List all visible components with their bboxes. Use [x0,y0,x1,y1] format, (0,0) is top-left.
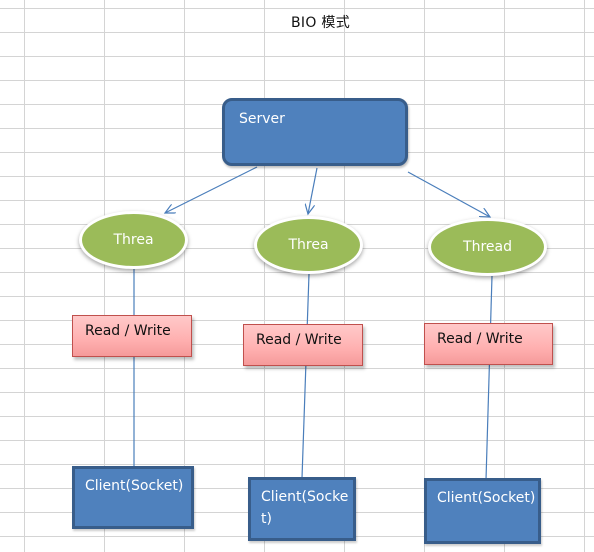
edge-thread-3-client-3 [485,275,493,481]
read-write-label: Read / Write [437,331,523,347]
thread-node-1[interactable]: Threa [79,211,188,269]
server-label: Server [239,111,285,127]
client-node-3[interactable]: Client(Socket) [424,478,541,544]
thread-node-3[interactable]: Thread [428,218,547,276]
edge-thread-2-client-2 [301,273,310,479]
edge-server-thread-1 [165,166,258,213]
client-node-2[interactable]: Client(Socket) [248,477,356,541]
read-write-label: Read / Write [256,332,342,348]
read-write-node-1[interactable]: Read / Write [72,315,192,357]
thread-label: Threa [113,232,154,248]
client-node-1[interactable]: Client(Socket) [72,466,194,529]
client-label: Client(Socket) [437,490,536,506]
client-label: Client(Socket) [85,478,184,494]
thread-node-2[interactable]: Threa [254,216,363,274]
edge-server-thread-3 [407,171,490,217]
server-node[interactable]: Server [222,98,408,166]
client-label: Client(Socket) [261,489,349,527]
read-write-node-2[interactable]: Read / Write [243,324,363,366]
thread-label: Threa [288,237,329,253]
thread-label: Thread [463,239,512,255]
read-write-node-3[interactable]: Read / Write [424,323,553,365]
edge-server-thread-2 [308,167,318,214]
read-write-label: Read / Write [85,323,171,339]
